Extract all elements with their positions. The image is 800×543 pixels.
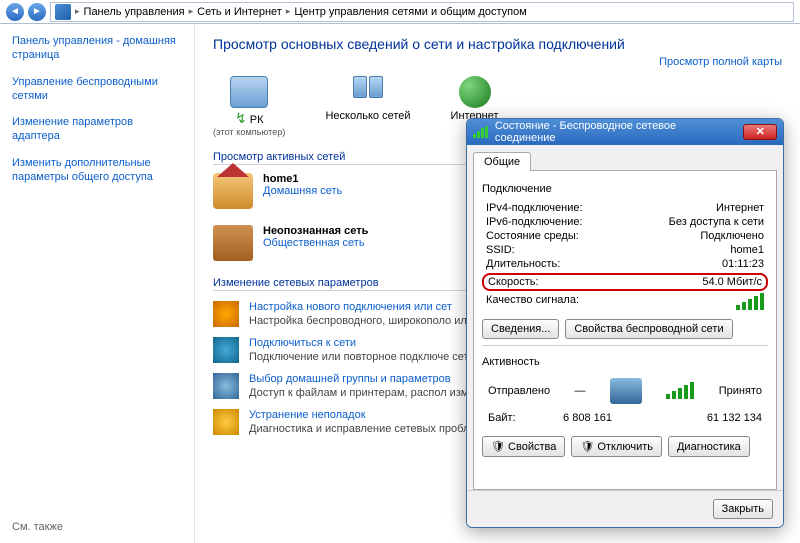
connect-icon [213, 337, 239, 363]
kv-value: home1 [730, 244, 764, 256]
kv-label: Состояние среды: [486, 230, 579, 242]
breadcrumb: ◄ ► ▸ Панель управления ▸ Сеть и Интерне… [0, 0, 800, 24]
node-this-pc[interactable]: ↯ РК (этот компьютер) [213, 76, 285, 137]
kv-value: 01:11:23 [722, 258, 764, 270]
kv-label: Скорость: [488, 276, 539, 288]
kv-label: SSID: [486, 244, 515, 256]
diagnostics-button[interactable]: Диагностика [668, 436, 750, 457]
row-quality: Качество сигнала: [482, 293, 768, 311]
details-button[interactable]: Сведения... [482, 319, 559, 339]
breadcrumb-seg[interactable]: Сеть и Интернет [197, 6, 282, 18]
kv-value: Без доступа к сети [669, 216, 764, 228]
group-activity-label: Активность [482, 356, 768, 368]
network-name: home1 [263, 173, 342, 185]
node-label: Несколько сетей [325, 110, 410, 122]
new-connection-icon [213, 301, 239, 327]
sent-label: Отправлено [488, 385, 550, 397]
sidebar-adapter-link[interactable]: Изменение параметров адаптера [12, 115, 182, 144]
sidebar-home-link[interactable]: Панель управления - домашняя страница [12, 34, 182, 63]
homegroup-icon [213, 373, 239, 399]
kv-value: Интернет [716, 202, 764, 214]
row-ssid: SSID: home1 [482, 243, 768, 257]
chevron-right-icon: ▸ [286, 6, 291, 17]
nav-back-button[interactable]: ◄ [6, 3, 24, 21]
activity-header: Отправлено — Принято [482, 374, 768, 408]
link-icon: ↯ [235, 110, 247, 126]
wireless-properties-button[interactable]: Свойства беспроводной сети [565, 319, 732, 339]
node-sublabel: (этот компьютер) [213, 127, 285, 137]
row-ipv4: IPv4-подключение: Интернет [482, 201, 768, 215]
globe-icon [459, 76, 491, 108]
network-type-link[interactable]: Общественная сеть [263, 237, 365, 249]
sidebar-sharing-link[interactable]: Изменить дополнительные параметры общего… [12, 156, 182, 185]
sidebar-wifi-link[interactable]: Управление беспроводными сетями [12, 75, 182, 104]
node-networks[interactable]: Несколько сетей [325, 76, 410, 122]
breadcrumb-seg[interactable]: Центр управления сетями и общим доступом [294, 6, 526, 18]
see-also-label: См. также [12, 511, 182, 533]
kv-label: Качество сигнала: [486, 294, 579, 310]
group-connection-label: Подключение [482, 183, 768, 195]
bytes-sent: 6 808 161 [563, 412, 612, 424]
kv-label: Длительность: [486, 258, 560, 270]
kv-label: IPv4-подключение: [486, 202, 583, 214]
properties-button[interactable]: 🛡 Свойства [482, 436, 565, 457]
signal-bars-icon [666, 383, 694, 399]
network-type-link[interactable]: Домашняя сеть [263, 185, 342, 197]
troubleshoot-icon [213, 409, 239, 435]
tab-bar: Общие [467, 145, 783, 170]
network-name: Неопознанная сеть [263, 225, 368, 237]
activity-bytes: Байт: 6 808 161 61 132 134 [482, 408, 768, 428]
bytes-recv: 61 132 134 [707, 412, 762, 424]
kv-label: IPv6-подключение: [486, 216, 583, 228]
activity-group: Активность Отправлено — Принято Байт: 6 … [482, 345, 768, 457]
breadcrumb-seg[interactable]: Панель управления [84, 6, 185, 18]
house-icon [213, 173, 253, 209]
kv-value: Подключено [700, 230, 764, 242]
row-speed: Скорость: 54.0 Мбит/с [482, 273, 768, 291]
node-label: РК [250, 114, 264, 126]
bench-icon [213, 225, 253, 261]
close-dialog-button[interactable]: Закрыть [713, 499, 773, 519]
sidebar: Панель управления - домашняя страница Уп… [0, 24, 195, 543]
bytes-label: Байт: [488, 412, 516, 424]
dialog-footer: Закрыть [467, 490, 783, 527]
tab-general[interactable]: Общие [473, 152, 531, 171]
row-duration: Длительность: 01:11:23 [482, 257, 768, 271]
kv-value: 54.0 Мбит/с [702, 276, 762, 288]
signal-bars-icon [736, 294, 764, 310]
multi-network-icon [349, 76, 387, 108]
control-panel-icon [55, 4, 71, 20]
dialog-titlebar[interactable]: Состояние - Беспроводное сетевое соедине… [467, 119, 783, 145]
activity-icon [610, 378, 642, 404]
chevron-right-icon: ▸ [75, 6, 80, 17]
disable-button[interactable]: 🛡 Отключить [571, 436, 662, 457]
node-internet[interactable]: Интернет [451, 76, 499, 122]
dash-icon: — [575, 385, 586, 397]
tab-body: Подключение IPv4-подключение: Интернет IP… [473, 170, 777, 490]
row-ipv6: IPv6-подключение: Без доступа к сети [482, 215, 768, 229]
status-dialog: Состояние - Беспроводное сетевое соедине… [466, 118, 784, 528]
row-media: Состояние среды: Подключено [482, 229, 768, 243]
dialog-title: Состояние - Беспроводное сетевое соедине… [495, 120, 738, 144]
breadcrumb-path[interactable]: ▸ Панель управления ▸ Сеть и Интернет ▸ … [50, 2, 794, 22]
chevron-right-icon: ▸ [189, 6, 194, 17]
close-button[interactable]: ✕ [743, 124, 777, 140]
nav-forward-button[interactable]: ► [28, 3, 46, 21]
desktop-icon [230, 76, 268, 108]
full-map-link[interactable]: Просмотр полной карты [213, 56, 782, 68]
signal-icon [473, 126, 489, 138]
recv-label: Принято [719, 385, 762, 397]
page-title: Просмотр основных сведений о сети и наст… [213, 36, 782, 52]
